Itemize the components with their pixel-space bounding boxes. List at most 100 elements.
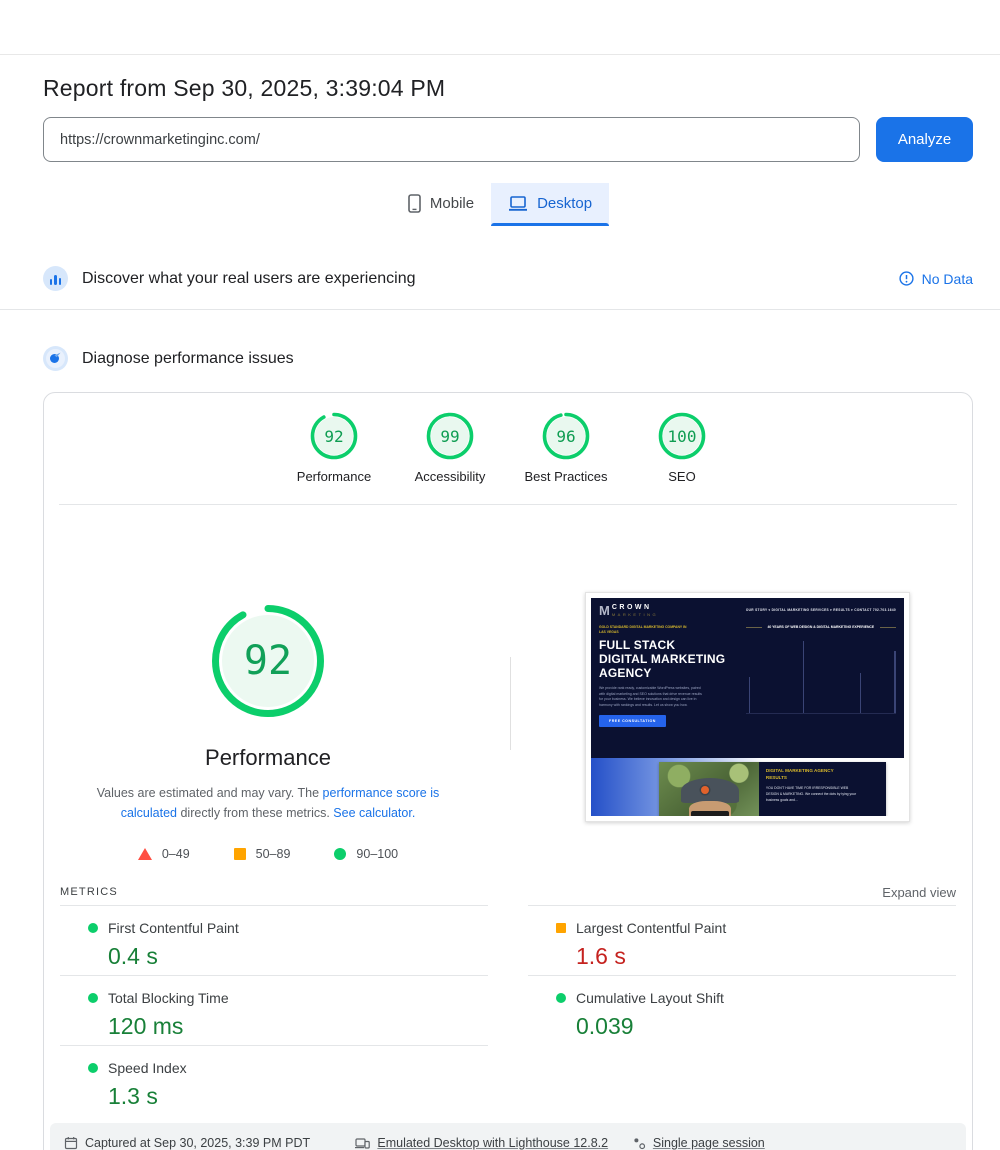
cls-status-icon: [556, 993, 566, 1003]
metrics-right-column: Largest Contentful Paint 1.6 s Cumulativ…: [528, 905, 956, 1115]
gauge-seo[interactable]: 100 SEO: [624, 412, 740, 484]
metric-cumulative-layout-shift: Cumulative Layout Shift 0.039: [528, 975, 956, 1045]
capture-environment-footer: Captured at Sep 30, 2025, 3:39 PM PDT Em…: [50, 1123, 966, 1150]
site-eyebrow: GOLD STANDARD DIGITAL MARKETING COMPANY …: [599, 625, 689, 635]
field-section-title: Discover what your real users are experi…: [82, 270, 415, 288]
no-data-status[interactable]: No Data: [899, 271, 973, 287]
fcp-value: 0.4 s: [108, 943, 488, 970]
tab-desktop-underline: [491, 223, 609, 226]
big-performance-gauge: 92: [210, 603, 326, 719]
site-results-copy: YOU DON'T HAVE TIME FOR IRRESPONSIBLE WE…: [766, 786, 861, 804]
report-title: Report from Sep 30, 2025, 3:39:04 PM: [43, 75, 973, 102]
performance-disclaimer: Values are estimated and may vary. The p…: [89, 784, 447, 824]
legend-fail: 0–49: [138, 847, 190, 861]
gauge-seo-score: 100: [658, 412, 706, 460]
site-lower-band: DIGITAL MARKETING AGENCY RESULTS YOU DON…: [591, 758, 904, 816]
lcp-value: 1.6 s: [576, 943, 956, 970]
metric-total-blocking-time: Total Blocking Time 120 ms: [60, 975, 488, 1045]
site-chart: [746, 636, 896, 714]
legend-fail-range: 0–49: [162, 847, 190, 861]
metric-first-contentful-paint: First Contentful Paint 0.4 s: [60, 905, 488, 975]
tab-mobile-label: Mobile: [430, 195, 474, 212]
info-icon: [899, 271, 914, 286]
site-nav-items: OUR STORY ▾ DIGITAL MARKETING SERVICES ▾…: [746, 608, 896, 612]
si-value: 1.3 s: [108, 1083, 488, 1110]
lighthouse-report-card: 92 Performance 99 Accessibility 96: [43, 392, 973, 1150]
category-scores-row: 92 Performance 99 Accessibility 96: [44, 393, 972, 484]
desktop-laptop-icon: [508, 196, 528, 212]
score-legend: 0–49 50–89 90–100: [138, 847, 398, 861]
legend-average: 50–89: [234, 847, 291, 861]
session-dots-icon: [633, 1137, 646, 1150]
screenshot-pane: M CROWN MARKETING OUR STORY ▾ DIGITAL MA…: [510, 505, 972, 877]
tbt-status-icon: [88, 993, 98, 1003]
mobile-phone-icon: [408, 194, 421, 213]
calendar-icon: [64, 1136, 78, 1150]
real-users-icon: [43, 266, 68, 291]
single-page-session-link[interactable]: Single page session: [633, 1136, 952, 1150]
tab-desktop-label: Desktop: [537, 195, 592, 212]
gauge-performance-label: Performance: [297, 469, 371, 484]
tab-mobile[interactable]: Mobile: [391, 183, 491, 226]
site-logo-word1: CROWN: [612, 604, 658, 611]
emulated-environment-link[interactable]: Emulated Desktop with Lighthouse 12.8.2: [355, 1136, 633, 1150]
gauge-seo-label: SEO: [668, 469, 695, 484]
average-square-icon: [234, 848, 246, 860]
site-results-card: DIGITAL MARKETING AGENCY RESULTS YOU DON…: [659, 762, 886, 816]
fcp-name: First Contentful Paint: [108, 920, 239, 936]
disclaimer-text-1: Values are estimated and may vary. The: [97, 786, 323, 800]
see-calculator-link[interactable]: See calculator.: [333, 806, 415, 820]
pass-circle-icon: [334, 848, 346, 860]
gauge-best-practices-score: 96: [542, 412, 590, 460]
site-body-copy: We provide rank ready, customizable Word…: [599, 686, 704, 710]
site-screenshot-thumbnail[interactable]: M CROWN MARKETING OUR STORY ▾ DIGITAL MA…: [585, 592, 910, 822]
lcp-status-icon: [556, 923, 566, 933]
performance-summary: 92 Performance Values are estimated and …: [44, 505, 972, 877]
cls-name: Cumulative Layout Shift: [576, 990, 724, 1006]
lab-section-title: Diagnose performance issues: [82, 350, 294, 368]
gauge-best-practices[interactable]: 96 Best Practices: [508, 412, 624, 484]
site-logo-word2: MARKETING: [612, 612, 658, 617]
expand-view-button[interactable]: Expand view: [882, 885, 956, 900]
analyze-button[interactable]: Analyze: [876, 117, 973, 162]
metrics-section-label: METRICS: [60, 886, 118, 898]
fcp-status-icon: [88, 923, 98, 933]
si-name: Speed Index: [108, 1060, 187, 1076]
gauge-accessibility-score: 99: [426, 412, 474, 460]
site-experience-banner: 40 YEARS OF WEB DESIGN & DIGITAL MARKETI…: [746, 625, 896, 630]
legend-average-range: 50–89: [256, 847, 291, 861]
performance-title: Performance: [205, 745, 331, 771]
legend-pass-range: 90–100: [356, 847, 398, 861]
gauge-performance[interactable]: 92 Performance: [276, 412, 392, 484]
site-logo-initial: M: [599, 604, 610, 617]
url-form: Analyze: [43, 117, 973, 162]
fail-triangle-icon: [138, 848, 152, 860]
metrics-left-column: First Contentful Paint 0.4 s Total Block…: [60, 905, 488, 1115]
site-hero: M CROWN MARKETING OUR STORY ▾ DIGITAL MA…: [591, 598, 904, 758]
gauge-accessibility[interactable]: 99 Accessibility: [392, 412, 508, 484]
gauge-performance-score: 92: [310, 412, 358, 460]
lcp-name: Largest Contentful Paint: [576, 920, 726, 936]
devices-icon: [355, 1137, 370, 1150]
disclaimer-text-2: directly from these metrics.: [177, 806, 333, 820]
lab-data-section-header[interactable]: Diagnose performance issues: [0, 330, 1000, 371]
tab-desktop[interactable]: Desktop: [491, 183, 609, 226]
vertical-divider: [510, 657, 511, 750]
site-cta-button: FREE CONSULTATION: [599, 715, 666, 727]
field-data-section-header[interactable]: Discover what your real users are experi…: [0, 251, 1000, 310]
device-tabs: Mobile Desktop: [0, 183, 1000, 226]
site-results-title: DIGITAL MARKETING AGENCY RESULTS: [766, 768, 846, 782]
no-data-label: No Data: [922, 271, 973, 287]
metric-speed-index: Speed Index 1.3 s: [60, 1045, 488, 1115]
gauge-accessibility-label: Accessibility: [415, 469, 486, 484]
diagnose-compass-icon: [43, 346, 68, 371]
cls-value: 0.039: [576, 1013, 956, 1040]
tbt-value: 120 ms: [108, 1013, 488, 1040]
metrics-header: METRICS Expand view: [44, 879, 972, 905]
url-input[interactable]: [43, 117, 860, 162]
captured-at: Captured at Sep 30, 2025, 3:39 PM PDT: [64, 1136, 355, 1150]
site-photo: [659, 762, 759, 816]
metric-largest-contentful-paint: Largest Contentful Paint 1.6 s: [528, 905, 956, 975]
tbt-name: Total Blocking Time: [108, 990, 229, 1006]
metrics-grid: First Contentful Paint 0.4 s Total Block…: [44, 905, 972, 1115]
